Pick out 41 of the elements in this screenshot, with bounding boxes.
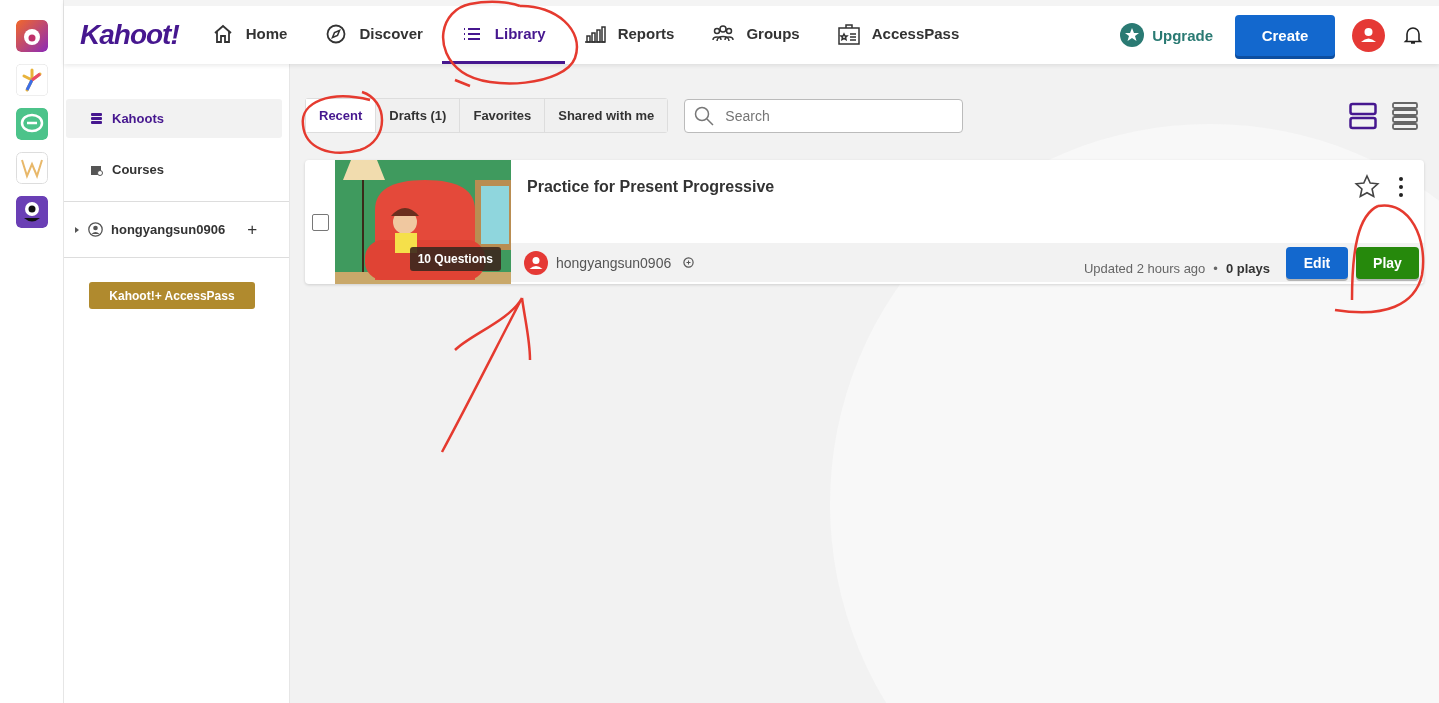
- add-button[interactable]: +: [243, 219, 262, 240]
- avatar-icon: [524, 250, 548, 275]
- nav-icon: [325, 22, 348, 45]
- nav-tab[interactable]: Reports: [564, 6, 694, 64]
- app-icon[interactable]: [15, 196, 48, 228]
- nav-tab[interactable]: Groups: [693, 6, 819, 64]
- caret-icon[interactable]: [74, 226, 80, 233]
- nav-tab[interactable]: AccessPass: [818, 6, 979, 64]
- kahoot-logo[interactable]: Kahoot!: [80, 19, 179, 51]
- separator-dot: •: [1213, 261, 1218, 276]
- avatar-icon[interactable]: [1352, 18, 1385, 52]
- account-name[interactable]: hongyangsun0906: [111, 222, 226, 237]
- card-view-icon[interactable]: [1349, 101, 1377, 130]
- kahoot-card[interactable]: 10 Questions Practice for Present Progressive hongyangsun0906 Updated 2 hours ago • 0 plays Edit Play: [305, 160, 1424, 284]
- checkbox[interactable]: [312, 213, 329, 231]
- more-options-icon[interactable]: [1396, 175, 1406, 199]
- app-icon[interactable]: [15, 20, 48, 52]
- sidebar-item[interactable]: Courses: [66, 150, 282, 189]
- favorite-star-icon[interactable]: [1354, 174, 1380, 200]
- updated-time: Updated 2 hours ago: [1083, 261, 1206, 276]
- nav-icon: [837, 22, 860, 45]
- play-count: 0 plays: [1225, 261, 1270, 276]
- owner-name[interactable]: hongyangsun0906: [556, 254, 672, 271]
- search-field[interactable]: Search: [684, 98, 964, 133]
- nav-tab[interactable]: Home: [192, 6, 307, 64]
- edit-button[interactable]: Edit: [1286, 246, 1348, 279]
- sidebar-item[interactable]: Kahoots: [66, 99, 282, 138]
- search-icon: [694, 105, 715, 126]
- folder-icon: [90, 163, 103, 176]
- play-button[interactable]: Play: [1356, 246, 1419, 279]
- shared-icon: [683, 257, 695, 268]
- stack-icon: [90, 112, 103, 125]
- nav-tab[interactable]: Discover: [306, 6, 442, 64]
- kahoot-title[interactable]: Practice for Present Progressive: [527, 178, 1354, 196]
- question-count: 10 Questions: [409, 247, 501, 271]
- create-button[interactable]: Create: [1235, 14, 1335, 56]
- upgrade-button[interactable]: Upgrade: [1114, 22, 1219, 48]
- notification-bell-icon[interactable]: [1403, 25, 1423, 45]
- user-icon: [88, 222, 103, 237]
- filter-tab[interactable]: Recent: [306, 99, 377, 132]
- list-view-icon[interactable]: [1391, 101, 1419, 130]
